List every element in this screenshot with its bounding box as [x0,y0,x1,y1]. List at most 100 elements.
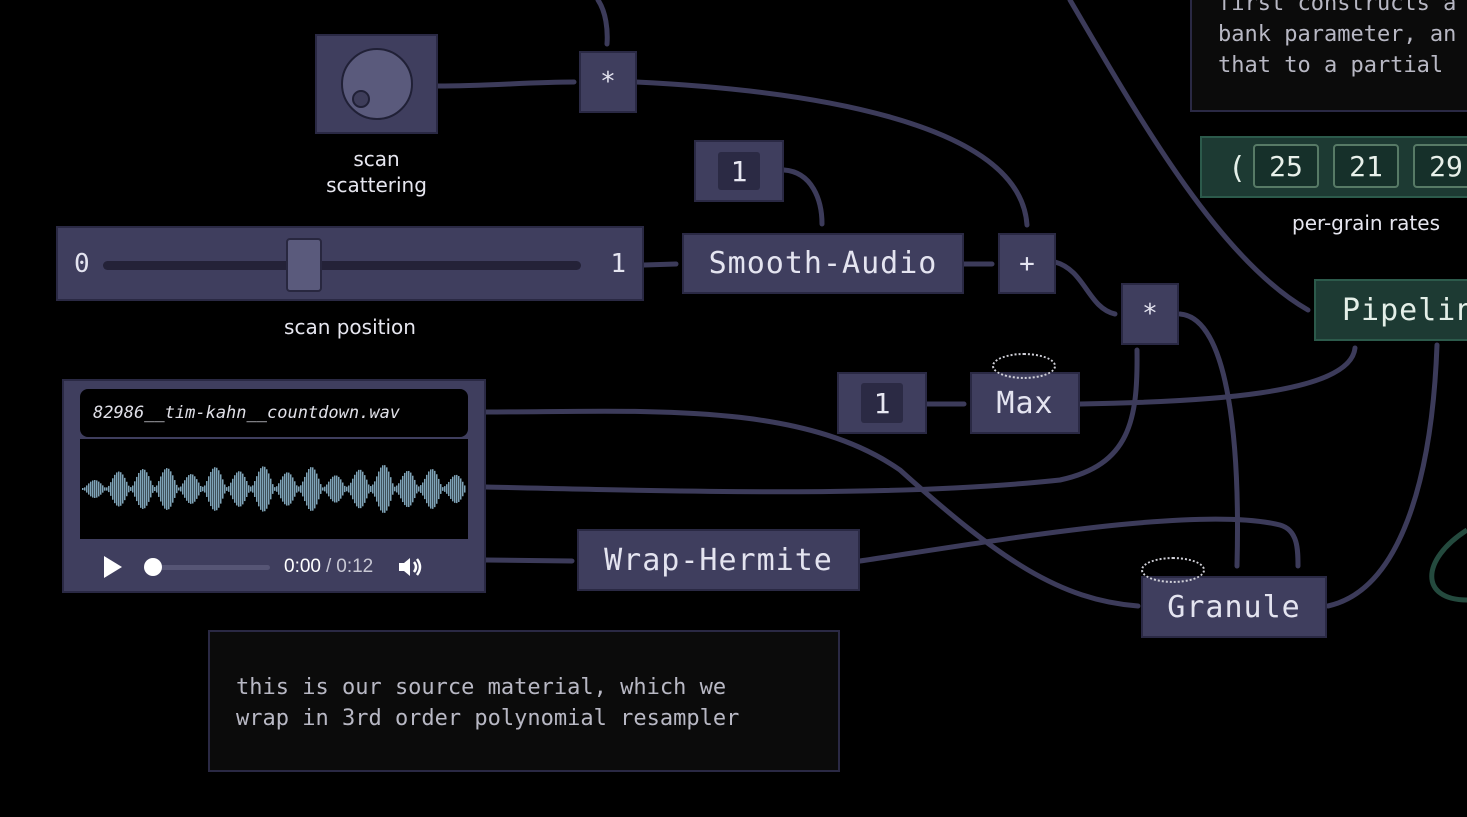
waveform-sample [380,467,382,511]
waveform-sample [202,486,204,492]
waveform-sample [264,466,266,512]
waveform-sample [316,473,318,505]
multiply-node-mid[interactable]: * [1121,283,1179,345]
waveform-sample [184,480,186,498]
waveform-sample [200,485,202,493]
waveform-sample [424,478,426,500]
constant-value[interactable]: 1 [718,152,760,190]
waveform-sample [90,481,92,497]
wire-top-to-multiply [595,0,610,47]
waveform-sample [440,484,442,494]
waveform-display[interactable] [80,439,468,539]
max-node[interactable]: Max [970,372,1080,434]
waveform-sample [138,472,140,506]
waveform-sample [290,474,292,504]
slider-max-label: 1 [610,249,626,279]
waveform-sample [96,480,98,498]
waveform-sample [376,476,378,502]
waveform-sample [84,487,86,491]
waveform-sample [172,475,174,503]
waveform-sample [94,480,96,498]
waveform-sample [416,484,418,494]
waveform-sample [454,475,456,503]
multiply-node-top[interactable]: * [579,51,637,113]
waveform-sample [360,469,362,509]
waveform-sample [456,474,458,504]
waveform-sample [278,483,280,495]
waveform-sample [190,474,192,504]
waveform-sample [368,484,370,494]
waveform-sample [224,484,226,494]
waveform-sample [240,471,242,507]
waveform-sample [194,476,196,502]
waveform-sample [394,486,396,492]
granule-node[interactable]: Granule [1141,576,1327,638]
waveform-sample [452,476,454,502]
waveform-sample [448,481,450,497]
waveform-sample [174,480,176,498]
slider-min-label: 0 [74,249,90,279]
scan-scattering-knob-node[interactable] [315,34,438,134]
add-node[interactable]: + [998,233,1056,294]
slider-thumb[interactable] [285,238,322,292]
waveform-sample [336,475,338,503]
audio-player-node[interactable]: 82986__tim-kahn__countdown.wav 0:00 / 0:… [62,379,486,593]
waveform-sample [166,468,168,510]
waveform-sample [238,471,240,507]
waveform-sample [222,479,224,499]
constant-node-one-b[interactable]: 1 [837,372,927,434]
constant-value[interactable]: 1 [861,383,903,423]
waveform-sample [210,471,212,507]
waveform-sample [218,470,220,508]
rate-value-3[interactable]: 29 [1413,144,1467,188]
rate-value-2[interactable]: 21 [1333,144,1399,188]
play-icon[interactable] [104,556,122,578]
audio-filename: 82986__tim-kahn__countdown.wav [80,389,468,437]
waveform-sample [110,482,112,496]
knob-icon[interactable] [337,44,417,124]
pipeline-node[interactable]: Pipelin [1314,279,1467,341]
seek-bar[interactable] [144,557,270,576]
wire-knob-to-multiply [435,79,577,89]
wire-multiply-to-granule [1177,311,1240,569]
rate-value-1[interactable]: 25 [1253,144,1319,188]
waveform-sample [430,469,432,509]
waveform-sample [352,478,354,500]
waveform-sample [216,467,218,511]
waveform-sample [328,481,330,497]
wire-green-edge [1429,527,1467,603]
waveform-sample [374,481,376,497]
waveform-sample [146,472,148,506]
waveform-sample [262,466,264,512]
volume-icon[interactable] [397,555,423,579]
waveform-sample [272,484,274,494]
waveform-sample [366,479,368,499]
waveform-sample [296,485,298,493]
duration: 0:12 [336,556,374,577]
waveform-sample [188,475,190,503]
waveform-sample [310,467,312,511]
waveform-sample [330,478,332,500]
constant-node-one-a[interactable]: 1 [694,140,784,202]
waveform-sample [364,475,366,503]
granule-optional-input-port[interactable] [1141,557,1205,583]
waveform-sample [340,479,342,499]
waveform-sample [140,470,142,508]
waveform-sample [458,476,460,502]
smooth-audio-node[interactable]: Smooth-Audio [682,233,964,294]
audio-controls[interactable]: 0:00 / 0:12 [80,549,465,585]
waveform-sample [220,474,222,504]
comment-top-right: first constructs a bank parameter, an th… [1190,0,1467,112]
waveform-sample [160,476,162,502]
waveform-sample [442,487,444,491]
waveform-sample [214,467,216,511]
max-optional-input-port[interactable] [992,353,1056,379]
scan-position-slider-node[interactable]: 0 1 [56,226,644,301]
waveform-sample [314,469,316,509]
waveform-sample [350,482,352,496]
waveform-sample [400,479,402,499]
wrap-hermite-node[interactable]: Wrap-Hermite [577,529,860,591]
waveform-sample [242,473,244,505]
slider-track[interactable] [103,261,581,270]
seek-thumb[interactable] [144,557,162,576]
